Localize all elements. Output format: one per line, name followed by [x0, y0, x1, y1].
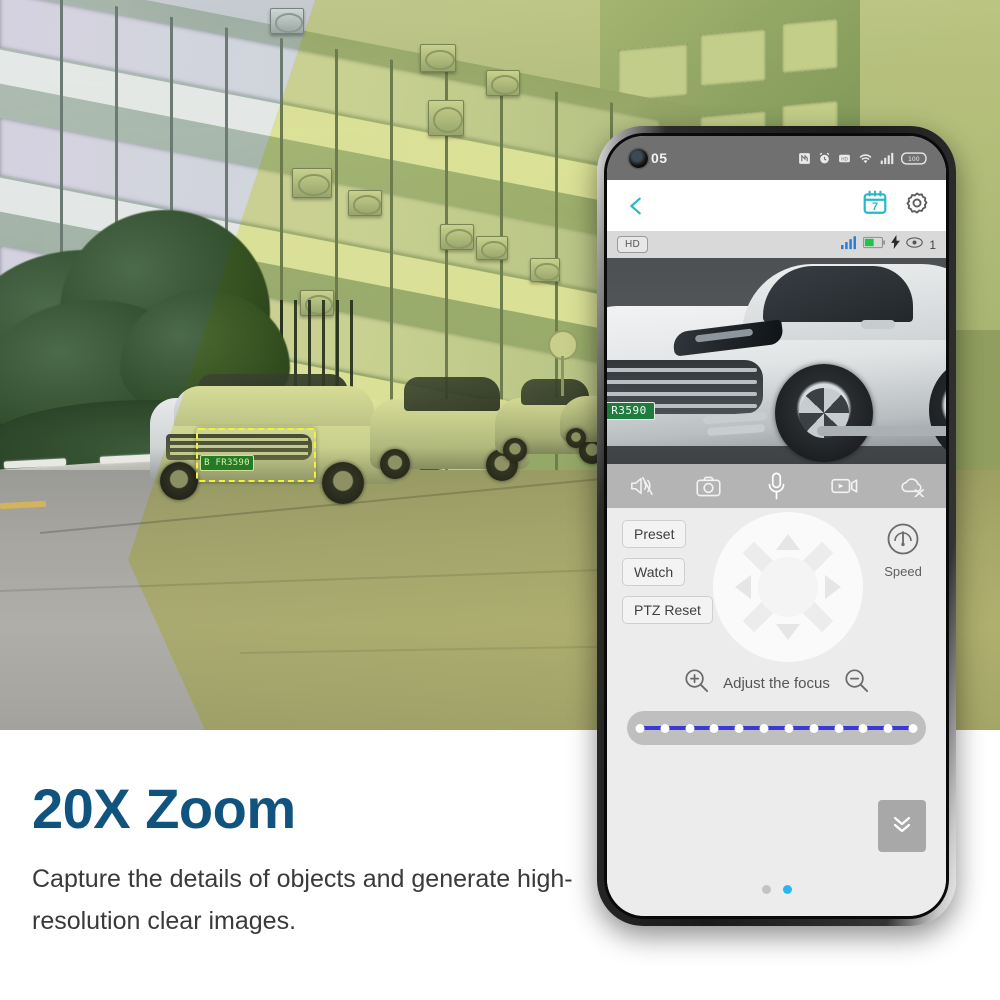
zoom-slider-tick[interactable]	[759, 723, 769, 733]
ptz-control-panel: Preset Watch PTZ Reset Speed Adjust the …	[607, 508, 946, 916]
signal-bars-icon	[840, 235, 857, 255]
battery-icon	[863, 236, 886, 254]
page-indicator	[607, 885, 946, 894]
app-navigation-bar: 7	[607, 180, 946, 231]
zoom-slider-tick[interactable]	[883, 723, 893, 733]
status-icon-tray: HD 100	[798, 151, 928, 165]
focus-adjust-row: Adjust the focus	[607, 668, 946, 698]
watch-button[interactable]: Watch	[622, 558, 686, 586]
zoom-slider[interactable]	[627, 711, 926, 745]
chevron-double-down-icon	[889, 811, 915, 842]
focus-label: Adjust the focus	[723, 674, 830, 692]
zoom-slider-tick[interactable]	[660, 723, 670, 733]
quality-chip[interactable]: HD	[617, 236, 649, 253]
dpad-center-hub[interactable]	[758, 557, 818, 617]
zoom-selection-box	[196, 428, 316, 482]
android-status-bar: 05 HD 100	[607, 136, 946, 180]
video-car	[607, 264, 946, 464]
zoom-slider-tick[interactable]	[635, 723, 645, 733]
ac-unit	[476, 236, 508, 260]
hd-audio-icon: HD	[838, 152, 851, 165]
zoom-out-icon[interactable]	[844, 668, 869, 698]
phone-mockup: 05 HD 100 7 HD 1 R3590 Preset Watch PTZ …	[597, 126, 956, 926]
phone-bezel: 05 HD 100 7 HD 1 R3590 Preset Watch PTZ …	[604, 133, 949, 919]
ac-unit	[348, 190, 382, 216]
zoom-slider-track[interactable]	[635, 723, 918, 733]
zoom-slider-tick[interactable]	[685, 723, 695, 733]
ac-unit	[420, 44, 456, 72]
record-icon[interactable]	[827, 471, 861, 501]
ac-unit	[486, 70, 520, 96]
settings-gear-icon[interactable]	[904, 190, 930, 221]
eye-icon	[906, 236, 924, 254]
live-video-feed[interactable]: R3590	[607, 258, 946, 464]
dpad-right-arrow[interactable]	[825, 575, 841, 599]
collapse-panel-button[interactable]	[878, 800, 926, 852]
snapshot-icon[interactable]	[692, 471, 726, 501]
viewer-count: 1	[929, 237, 936, 252]
speed-control[interactable]: Speed	[872, 522, 934, 579]
preset-button[interactable]: Preset	[622, 520, 687, 548]
video-status-icons: 1	[840, 235, 936, 255]
zoom-in-icon[interactable]	[684, 668, 709, 698]
page-subtitle: Capture the details of objects and gener…	[32, 865, 573, 935]
zoom-slider-tick[interactable]	[834, 723, 844, 733]
front-camera-punch-hole	[629, 149, 648, 168]
page-dot[interactable]	[761, 885, 771, 894]
speed-gauge-icon	[886, 523, 920, 560]
dpad-left-arrow[interactable]	[735, 575, 751, 599]
dpad-down-arrow[interactable]	[776, 624, 800, 640]
speed-label: Speed	[884, 564, 922, 579]
zoom-slider-tick[interactable]	[858, 723, 868, 733]
microphone-icon[interactable]	[759, 471, 793, 501]
ptz-button-group: Preset Watch PTZ Reset	[622, 520, 713, 624]
ptz-direction-pad[interactable]	[713, 512, 863, 662]
alarm-icon	[818, 152, 831, 165]
phone-screen: 05 HD 100 7 HD 1 R3590 Preset Watch PTZ …	[607, 136, 946, 916]
ptz-reset-button[interactable]: PTZ Reset	[622, 596, 713, 624]
road-sign-pole	[561, 356, 564, 396]
zoom-slider-tick[interactable]	[908, 723, 918, 733]
zoom-slider-tick[interactable]	[784, 723, 794, 733]
status-clock: 05	[651, 150, 668, 166]
battery-icon: 100	[901, 151, 928, 165]
zoom-slider-tick[interactable]	[709, 723, 719, 733]
cloud-off-icon[interactable]	[895, 471, 929, 501]
nfc-icon	[798, 152, 811, 165]
ac-unit	[428, 100, 464, 136]
mute-icon[interactable]	[624, 471, 658, 501]
ac-unit	[270, 8, 304, 34]
svg-text:100: 100	[908, 156, 920, 163]
zoom-slider-tick[interactable]	[734, 723, 744, 733]
zoom-slider-tick[interactable]	[809, 723, 819, 733]
bolt-icon	[891, 235, 901, 254]
page-title: 20X Zoom	[32, 777, 296, 840]
wifi-icon	[858, 152, 873, 165]
video-status-strip: HD 1	[607, 231, 946, 258]
back-chevron-icon[interactable]	[623, 193, 649, 219]
svg-text:HD: HD	[841, 156, 848, 162]
promo-page: B FR3590 20X Zoom Capture the details of…	[0, 0, 1000, 1000]
media-toolbar	[607, 464, 946, 508]
ac-unit	[440, 224, 474, 250]
video-license-plate: R3590	[607, 402, 655, 420]
dpad-up-arrow[interactable]	[776, 534, 800, 550]
nav-actions: 7	[862, 190, 930, 221]
ac-unit	[530, 258, 560, 282]
signal-icon	[880, 152, 894, 165]
page-dot[interactable]	[782, 885, 792, 894]
calendar-icon[interactable]: 7	[862, 190, 888, 221]
calendar-day-number: 7	[871, 201, 879, 213]
ac-unit	[292, 168, 332, 198]
